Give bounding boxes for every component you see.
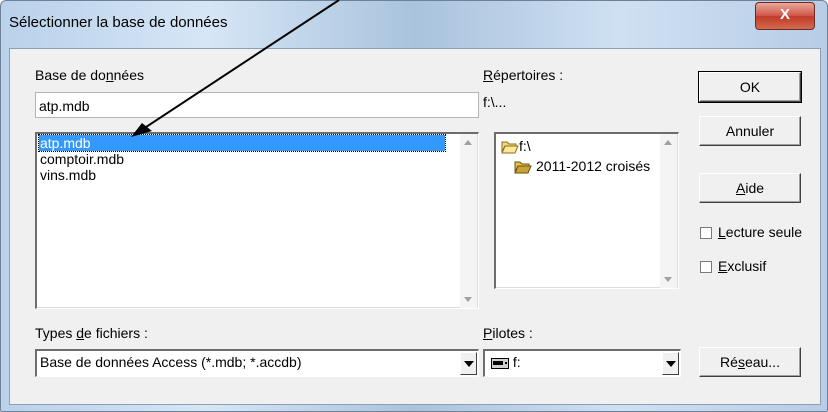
annotation-arrow [131,0,340,137]
